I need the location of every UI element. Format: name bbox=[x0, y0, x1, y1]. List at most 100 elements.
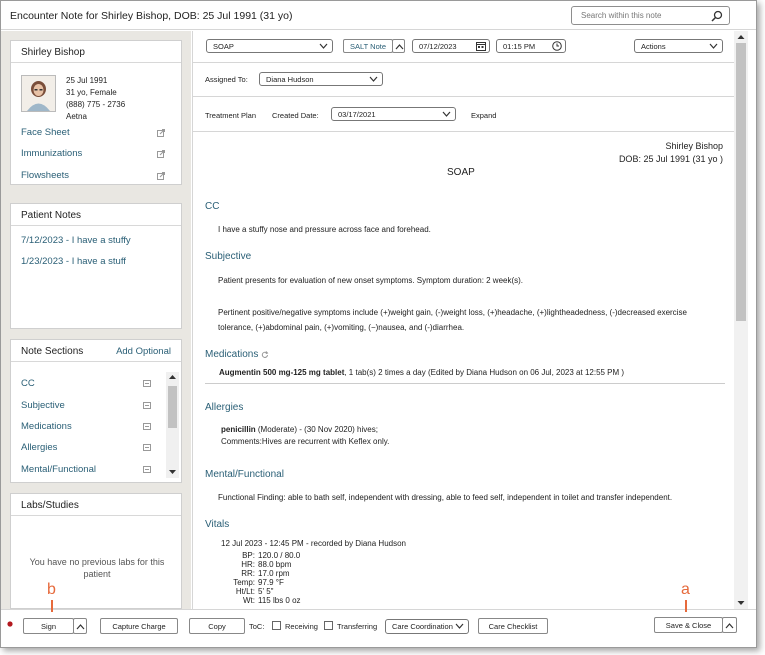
actions-select[interactable]: Actions bbox=[634, 39, 723, 53]
collapse-icon[interactable] bbox=[143, 380, 151, 387]
scroll-up-icon[interactable] bbox=[737, 34, 745, 40]
calendar-icon[interactable] bbox=[476, 41, 486, 51]
status-dot-icon bbox=[7, 621, 13, 627]
callout-a: a bbox=[681, 581, 690, 598]
vitals-list: BP: 120.0 / 80.0 HR: 88.0 bpm RR: 17.0 rpm … bbox=[221, 551, 341, 605]
medication-detail: , 1 tab(s) 2 times a day (Edited by Dian… bbox=[344, 368, 625, 377]
callout-b: b bbox=[47, 581, 56, 598]
note-sections-scrollbar[interactable] bbox=[166, 372, 179, 478]
chevron-up-icon bbox=[76, 624, 85, 630]
medications-section-title: Medications bbox=[205, 349, 259, 360]
vital-value: 120.0 / 80.0 bbox=[258, 551, 301, 560]
search-icon[interactable] bbox=[711, 10, 723, 22]
created-date-value: 03/17/2021 bbox=[338, 110, 376, 119]
doc-patient-name: Shirley Bishop bbox=[665, 141, 723, 151]
toc-label: ToC: bbox=[249, 622, 265, 631]
subjective-text: Pertinent positive/negative symptoms inc… bbox=[218, 308, 687, 317]
vital-row: BP: 120.0 / 80.0 bbox=[221, 551, 341, 560]
copy-button[interactable]: Copy bbox=[189, 618, 245, 634]
date-field[interactable]: 07/12/2023 bbox=[412, 39, 490, 53]
care-coordination-select[interactable]: Care Coordination bbox=[385, 619, 469, 634]
face-sheet-link[interactable]: Face Sheet bbox=[21, 127, 70, 138]
mental-text: Functional Finding: able to bath self, i… bbox=[218, 493, 673, 502]
medication-name: Augmentin 500 mg-125 mg tablet bbox=[219, 368, 345, 377]
doc-patient-dob: DOB: 25 Jul 1991 (31 yo ) bbox=[618, 154, 723, 164]
salt-note-button[interactable]: SALT Note bbox=[343, 39, 393, 53]
section-item-mental-functional[interactable]: Mental/Functional bbox=[21, 464, 96, 475]
allergies-section-title: Allergies bbox=[205, 402, 244, 413]
immunizations-link[interactable]: Immunizations bbox=[21, 148, 82, 159]
labs-title: Labs/Studies bbox=[11, 494, 181, 516]
divider bbox=[193, 62, 735, 63]
scroll-down-icon[interactable] bbox=[737, 600, 745, 606]
care-coordination-value: Care Coordination bbox=[392, 622, 453, 631]
patient-note-item[interactable]: 1/23/2023 - I have a stuff bbox=[21, 256, 126, 267]
section-item-medications[interactable]: Medications bbox=[21, 421, 72, 432]
callout-b-line bbox=[51, 600, 53, 612]
patient-dob: 25 Jul 1991 bbox=[66, 76, 108, 85]
divider bbox=[193, 131, 735, 132]
vital-row: Wt: 115 lbs 0 oz bbox=[221, 596, 341, 605]
section-item-subjective[interactable]: Subjective bbox=[21, 400, 65, 411]
main-content: SOAP SALT Note 07/12/2023 01:15 PM Actio… bbox=[192, 31, 735, 609]
receiving-checkbox[interactable] bbox=[272, 621, 281, 630]
vital-label: Temp: bbox=[233, 578, 255, 587]
search-input[interactable]: Search within this note bbox=[571, 6, 730, 25]
clock-icon[interactable] bbox=[552, 41, 562, 51]
add-optional-link[interactable]: Add Optional bbox=[116, 346, 171, 357]
chevron-down-icon bbox=[455, 623, 464, 629]
patient-insurance: Aetna bbox=[66, 112, 87, 121]
save-options-toggle[interactable] bbox=[722, 617, 737, 633]
transferring-checkbox[interactable] bbox=[324, 621, 333, 630]
template-select[interactable]: SOAP bbox=[206, 39, 333, 53]
main-scroll-thumb[interactable] bbox=[736, 43, 746, 321]
vital-row: RR: 17.0 rpm bbox=[221, 569, 341, 578]
transferring-label: Transferring bbox=[337, 622, 378, 631]
sign-options-toggle[interactable] bbox=[73, 618, 87, 634]
labs-empty-text: You have no previous labs for this patie… bbox=[29, 557, 165, 579]
collapse-icon[interactable] bbox=[143, 444, 151, 451]
cc-section-title: CC bbox=[205, 201, 220, 212]
chevron-down-icon bbox=[319, 43, 328, 49]
vital-row: Temp: 97.9 °F bbox=[221, 578, 341, 587]
refresh-icon[interactable] bbox=[261, 351, 269, 359]
scroll-up-icon[interactable] bbox=[168, 374, 177, 380]
external-link-icon[interactable] bbox=[157, 172, 165, 180]
created-date-select[interactable]: 03/17/2021 bbox=[331, 107, 456, 121]
vital-row: Ht/Lt: 5' 5" bbox=[221, 587, 341, 596]
patient-note-item[interactable]: 7/12/2023 - I have a stuffy bbox=[21, 235, 131, 246]
assigned-to-label: Assigned To: bbox=[205, 75, 248, 84]
vital-value: 5' 5" bbox=[258, 587, 274, 596]
mental-section-title: Mental/Functional bbox=[205, 469, 284, 480]
chevron-down-icon bbox=[369, 76, 378, 82]
note-sections-scroll-thumb[interactable] bbox=[168, 386, 177, 428]
patient-name: Shirley Bishop bbox=[11, 41, 181, 63]
sign-button[interactable]: Sign bbox=[23, 618, 74, 634]
collapse-icon[interactable] bbox=[143, 423, 151, 430]
external-link-icon[interactable] bbox=[157, 129, 165, 137]
external-link-icon[interactable] bbox=[157, 150, 165, 158]
main-scrollbar[interactable] bbox=[734, 31, 748, 609]
time-value: 01:15 PM bbox=[503, 42, 536, 51]
vital-label: BP: bbox=[242, 551, 255, 560]
expand-link[interactable]: Expand bbox=[471, 111, 496, 120]
subjective-section-title: Subjective bbox=[205, 251, 252, 262]
capture-charge-button[interactable]: Capture Charge bbox=[100, 618, 178, 634]
time-field[interactable]: 01:15 PM bbox=[496, 39, 566, 53]
note-sections-list: CC Subjective Medications Allergies Ment… bbox=[11, 371, 165, 479]
care-checklist-button[interactable]: Care Checklist bbox=[478, 618, 548, 634]
collapse-icon[interactable] bbox=[143, 402, 151, 409]
salt-note-toggle[interactable] bbox=[392, 39, 405, 53]
allergy-name: penicillin bbox=[221, 425, 256, 434]
flowsheets-link[interactable]: Flowsheets bbox=[21, 170, 69, 181]
section-item-allergies[interactable]: Allergies bbox=[21, 442, 57, 453]
scroll-down-icon[interactable] bbox=[168, 469, 177, 475]
bottom-action-bar: Sign Capture Charge Copy ToC: Receiving … bbox=[1, 609, 756, 641]
assigned-to-select[interactable]: Diana Hudson bbox=[259, 72, 383, 86]
chevron-up-icon bbox=[725, 623, 734, 629]
section-item-cc[interactable]: CC bbox=[21, 378, 35, 389]
vital-row: HR: 88.0 bpm bbox=[221, 560, 341, 569]
collapse-icon[interactable] bbox=[143, 466, 151, 473]
actions-value: Actions bbox=[641, 42, 666, 51]
save-close-button[interactable]: Save & Close bbox=[654, 617, 723, 633]
